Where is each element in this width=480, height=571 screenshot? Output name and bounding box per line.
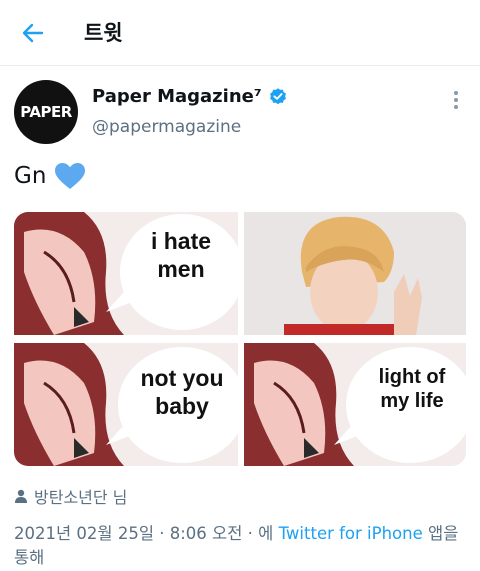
avatar[interactable]: PAPER [14,80,78,144]
meme-caption: light of my life [352,365,466,413]
top-bar: 트윗 [0,0,480,66]
meme-image-1[interactable]: i hate men [14,212,238,335]
caption-line: men [157,255,205,282]
source-link[interactable]: Twitter for iPhone [279,524,423,543]
more-dot [454,91,458,95]
author-name-row[interactable]: Paper Magazine⁷ [92,86,288,107]
liked-by-text: 방탄소년단 님 [34,488,128,507]
more-dot [454,98,458,102]
back-button[interactable] [18,18,48,48]
meme-image-3[interactable]: light of my life [244,343,466,466]
page-title: 트윗 [84,21,123,45]
caption-line: i hate [150,228,212,254]
more-options-button[interactable] [448,88,464,112]
meme-caption: i hate men [126,228,236,283]
tweet-text: Gn [14,162,86,190]
caption-line: not you [140,365,224,391]
blue-heart-icon [55,163,86,189]
verified-badge-icon [269,87,286,104]
liked-by-row[interactable]: 방탄소년단 님 [14,484,127,508]
timestamp: 2021년 02월 25일 · 8:06 오전 · 에 [14,524,274,543]
caption-line: my life [380,390,444,412]
meme-image-2[interactable]: not you baby [14,343,238,466]
media-grid[interactable]: i hate men not you baby light of my life [14,212,466,466]
back-arrow-icon [22,23,44,43]
tweet-body: Gn [14,163,47,189]
caption-line: baby [155,392,209,419]
display-name[interactable]: Paper Magazine⁷ [92,86,262,107]
caption-line: light of [378,366,446,388]
person-photo [244,212,466,335]
avatar-logo-text: PAPER [20,103,72,121]
more-dot [454,105,458,109]
tweet-meta: 2021년 02월 25일 · 8:06 오전 · 에 Twitter for … [14,522,470,570]
author-handle[interactable]: @papermagazine [92,117,241,137]
person-icon [15,489,27,503]
photo-image[interactable] [244,212,466,335]
meme-caption: not you baby [122,365,238,420]
